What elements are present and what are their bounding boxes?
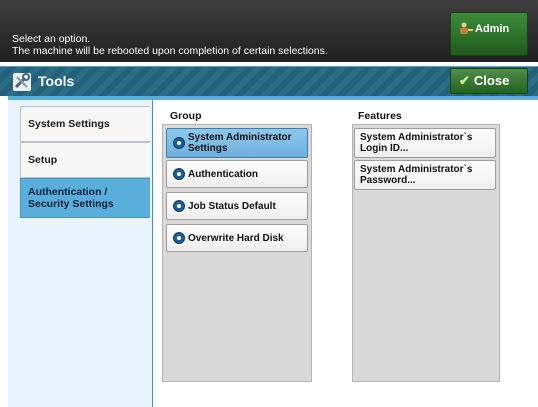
tab-authentication-security-settings[interactable]: Authentication / Security Settings <box>20 178 150 218</box>
feature-item-line2: Login ID... <box>360 143 409 154</box>
close-label: Close <box>473 73 510 88</box>
tab-label-line1: Authentication / <box>28 186 108 198</box>
group-item-overwrite-hard-disk[interactable]: Overwrite Hard Disk <box>166 224 308 252</box>
feature-item-password[interactable]: System Administrator`s Password... <box>354 160 496 190</box>
user-key-icon <box>460 22 473 34</box>
status-message: Select an option. The machine will be re… <box>12 33 328 57</box>
group-item-line2: Settings <box>188 143 228 154</box>
radio-icon <box>173 200 185 212</box>
tab-setup[interactable]: Setup <box>20 142 150 178</box>
status-message-line2: The machine will be rebooted upon comple… <box>12 45 328 57</box>
group-item-authentication[interactable]: Authentication <box>166 160 308 188</box>
close-button[interactable]: ✔ Close <box>450 68 528 94</box>
admin-label: Admin <box>475 23 510 35</box>
checkmark-icon: ✔ <box>459 73 470 88</box>
group-item-label: Job Status Default <box>188 200 276 212</box>
group-item-label: Authentication <box>188 168 258 180</box>
group-item-job-status-default[interactable]: Job Status Default <box>166 192 308 220</box>
group-heading: Group <box>170 110 202 122</box>
feature-item-line2: Password... <box>360 175 416 186</box>
feature-item-login-id[interactable]: System Administrator`s Login ID... <box>354 128 496 158</box>
group-item-system-administrator-settings[interactable]: System Administrator Settings <box>166 128 308 158</box>
status-message-line1: Select an option. <box>12 33 91 45</box>
feature-item-line1: System Administrator`s <box>360 132 473 143</box>
features-heading: Features <box>358 110 402 122</box>
radio-icon <box>173 168 185 180</box>
tab-label: Setup <box>28 154 58 166</box>
page-title: Tools <box>38 73 75 89</box>
group-item-label: Overwrite Hard Disk <box>188 232 284 244</box>
tab-system-settings[interactable]: System Settings <box>20 106 150 142</box>
tab-label-line2: Security Settings <box>28 198 114 210</box>
group-item-line1: System Administrator <box>188 132 292 143</box>
radio-icon <box>173 137 185 149</box>
tab-label: System Settings <box>28 118 110 130</box>
radio-icon <box>173 232 185 244</box>
tools-icon <box>13 73 31 91</box>
admin-button[interactable]: Admin <box>450 12 528 56</box>
feature-item-line1: System Administrator`s <box>360 164 473 175</box>
